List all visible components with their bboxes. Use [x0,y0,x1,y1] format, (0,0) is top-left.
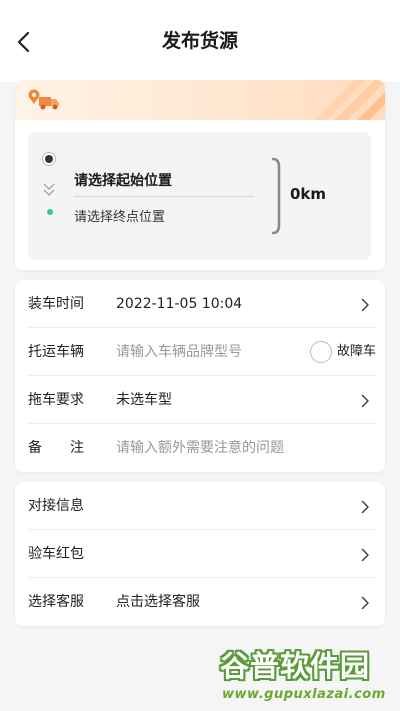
page-title: 发布货源 [161,30,238,52]
fault-vehicle-radio[interactable] [310,341,332,363]
remark-label: 备 注 [28,440,84,456]
nav-bar: 发布货源 [0,0,400,82]
route-banner [15,80,385,120]
fault-vehicle-label[interactable]: 故障车 [337,328,376,376]
distance-bracket-icon [271,157,281,239]
inspection-redpacket-label: 验车红包 [28,546,84,562]
divider [74,196,254,197]
watermark-logo-text: 谷普软件园 [220,649,371,683]
end-location-field[interactable]: 请选择终点位置 [74,206,165,225]
contact-info-row[interactable]: 对接信息 [15,482,385,530]
start-location-field[interactable]: 请选择起始位置 [74,170,172,190]
customer-service-label: 选择客服 [28,594,84,610]
tow-requirement-label: 拖车要求 [28,392,84,408]
customer-service-value[interactable]: 点击选择客服 [116,578,200,626]
contact-info-label: 对接信息 [28,498,84,514]
remark-row: 备 注 请输入额外需要注意的问题 [15,424,385,472]
tow-requirement-row[interactable]: 拖车要求 未选车型 [15,376,385,424]
distance-value: 0km [290,185,327,203]
site-watermark: 谷普软件园 www.gupuxlazai.com [216,646,398,708]
customer-service-row[interactable]: 选择客服 点击选择客服 [15,578,385,626]
start-point-icon [42,152,56,166]
vehicle-input[interactable]: 请输入车辆品牌型号 [116,328,242,376]
tow-requirement-value[interactable]: 未选车型 [116,376,172,424]
route-selector: 请选择起始位置 请选择终点位置 0km [28,132,371,260]
extra-info-form: 对接信息 验车红包 选择客服 点击选择客服 [15,482,385,626]
inspection-redpacket-row[interactable]: 验车红包 [15,530,385,578]
chevron-right-icon[interactable] [361,393,370,412]
remark-input[interactable]: 请输入额外需要注意的问题 [116,424,284,472]
chevron-right-icon[interactable] [361,595,370,614]
chevron-right-icon[interactable] [361,547,370,566]
chevron-right-icon[interactable] [361,297,370,316]
route-card: 请选择起始位置 请选择终点位置 0km [15,80,385,270]
chevron-right-icon[interactable] [361,499,370,518]
end-point-icon [47,209,53,215]
banner-stripes-decoration [255,80,385,124]
load-time-label: 装车时间 [28,296,84,312]
truck-icon [27,88,61,116]
chevron-down-icon [43,182,55,202]
cargo-form: 装车时间 2022-11-05 10:04 托运车辆 请输入车辆品牌型号 故障车… [15,280,385,472]
load-time-value[interactable]: 2022-11-05 10:04 [116,280,242,328]
load-time-row[interactable]: 装车时间 2022-11-05 10:04 [15,280,385,328]
vehicle-label: 托运车辆 [28,344,84,360]
watermark-url: www.gupuxlazai.com [222,687,386,702]
vehicle-row: 托运车辆 请输入车辆品牌型号 故障车 [15,328,385,376]
